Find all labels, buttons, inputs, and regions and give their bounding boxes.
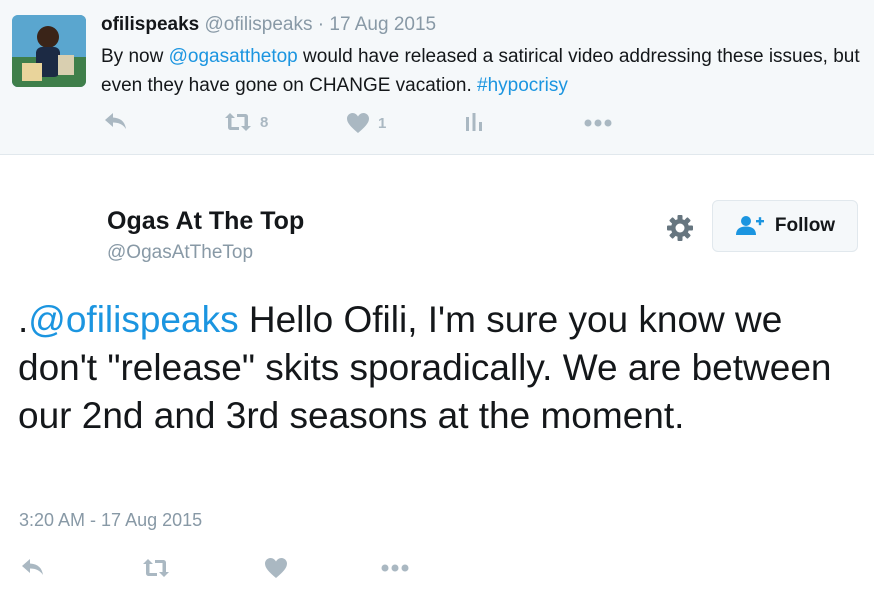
main-author-handle[interactable]: @OgasAtTheTop xyxy=(107,242,253,264)
reply-icon xyxy=(22,559,43,575)
reply-retweet-button[interactable]: 8 xyxy=(224,112,268,132)
analytics-icon xyxy=(466,113,482,131)
reply-tweet[interactable]: ofilispeaks @ofilispeaks · 17 Aug 2015 B… xyxy=(0,0,874,155)
main-timestamp[interactable]: 3:20 AM - 17 Aug 2015 xyxy=(19,510,202,531)
reply-reply-button[interactable] xyxy=(104,111,128,131)
retweet-icon xyxy=(143,559,169,577)
reply-like-button[interactable]: 1 xyxy=(346,112,386,134)
reply-author-avatar[interactable] xyxy=(12,15,86,87)
main-retweet-button[interactable] xyxy=(142,558,170,578)
main-author-name[interactable]: Ogas At The Top xyxy=(107,207,304,236)
gear-icon[interactable] xyxy=(665,213,695,243)
reply-icon xyxy=(105,113,126,129)
main-mention-link[interactable]: @ofilispeaks xyxy=(28,299,238,340)
reply-hashtag-link[interactable]: #hypocrisy xyxy=(477,75,568,96)
reply-tweet-text: By now @ogasatthetop would have released… xyxy=(101,42,861,100)
add-user-icon xyxy=(735,216,764,235)
more-icon xyxy=(381,564,409,572)
reply-retweet-count: 8 xyxy=(260,113,269,131)
reply-header: ofilispeaks @ofilispeaks · 17 Aug 2015 xyxy=(101,14,436,36)
reply-separator: · xyxy=(312,14,330,35)
main-reply-button[interactable] xyxy=(21,557,45,577)
main-more-button[interactable] xyxy=(381,564,409,572)
reply-date[interactable]: 17 Aug 2015 xyxy=(329,14,436,35)
reply-more-button[interactable] xyxy=(584,119,612,127)
main-tweet-text: .@ofilispeaks Hello Ofili, I'm sure you … xyxy=(18,296,863,440)
main-like-button[interactable] xyxy=(264,557,288,579)
reply-like-count: 1 xyxy=(378,114,387,132)
reply-text-before: By now xyxy=(101,46,169,67)
heart-icon xyxy=(347,113,369,133)
reply-analytics-button[interactable] xyxy=(464,112,484,132)
more-icon xyxy=(584,119,612,127)
heart-icon xyxy=(265,558,287,578)
main-text-prefix: . xyxy=(18,299,29,340)
retweet-icon xyxy=(225,113,251,131)
follow-label: Follow xyxy=(774,215,836,236)
reply-author-name[interactable]: ofilispeaks xyxy=(101,14,199,35)
follow-button[interactable]: Follow xyxy=(712,200,858,252)
reply-author-handle[interactable]: @ofilispeaks xyxy=(205,14,313,35)
reply-mention-link[interactable]: @ogasatthetop xyxy=(169,46,298,67)
